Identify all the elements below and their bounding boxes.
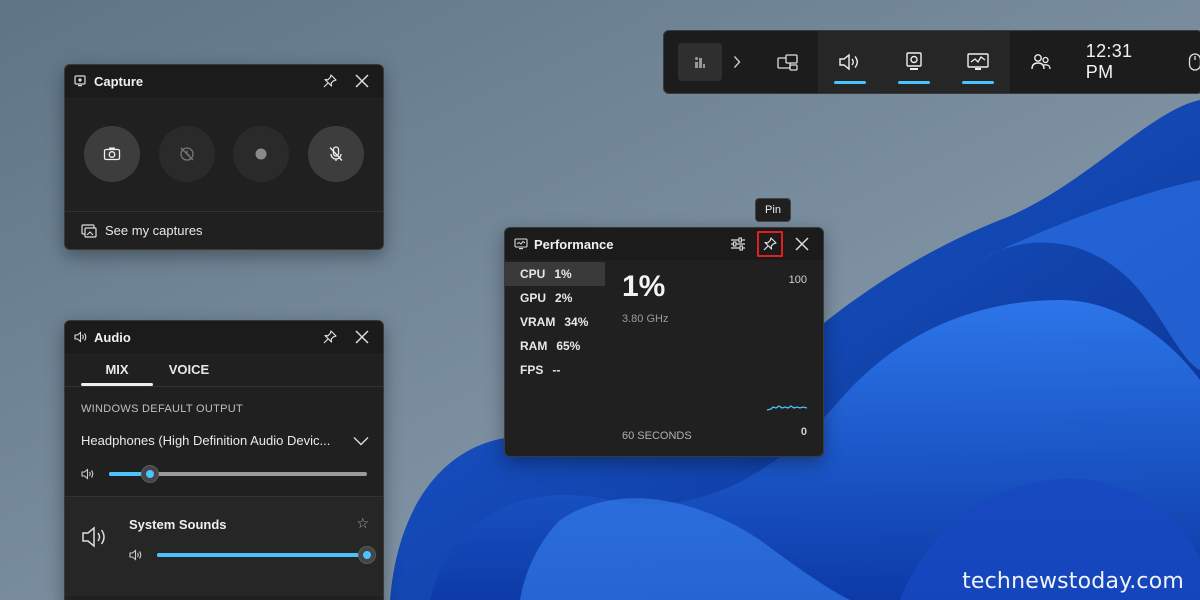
speaker-icon	[74, 330, 88, 344]
record-dot-icon	[255, 148, 267, 160]
tab-voice[interactable]: VOICE	[153, 353, 225, 386]
screenshot-button[interactable]	[84, 126, 141, 182]
audio-tabs: MIX VOICE	[65, 353, 383, 387]
record-last-button[interactable]	[158, 126, 215, 182]
people-icon	[1031, 54, 1051, 70]
social-widget-button[interactable]	[1010, 31, 1071, 93]
device-volume-row	[65, 448, 383, 483]
mic-off-icon	[329, 146, 343, 161]
volume-icon	[129, 549, 142, 561]
speaker-icon	[839, 53, 859, 71]
game-bar: 12:31 PM	[663, 30, 1200, 94]
pin-icon	[323, 330, 337, 344]
system-sounds-row: System Sounds ☆	[65, 496, 383, 596]
close-icon	[355, 330, 369, 344]
metric-ram[interactable]: RAM 65%	[505, 334, 605, 358]
volume-icon	[81, 468, 94, 480]
capture-title: Capture	[94, 73, 144, 89]
audio-title: Audio	[94, 329, 131, 345]
output-label: WINDOWS DEFAULT OUTPUT	[81, 403, 244, 415]
xbox-widgets-icon	[695, 57, 706, 68]
chevron-down-icon	[353, 436, 369, 445]
cpu-clock: 3.80 GHz	[622, 313, 669, 325]
close-icon	[355, 74, 369, 88]
device-volume-slider[interactable]	[109, 465, 367, 483]
slider-thumb[interactable]	[141, 465, 160, 483]
clock: 12:31 PM	[1085, 41, 1133, 82]
chevron-right-icon	[733, 56, 741, 68]
see-captures-link[interactable]: See my captures	[65, 211, 383, 249]
widget-toggle-group	[818, 31, 1011, 93]
start-recording-button[interactable]	[233, 126, 290, 182]
capture-widget: Capture See my captures	[64, 64, 384, 250]
close-button[interactable]	[789, 231, 815, 257]
pin-tooltip: Pin	[755, 198, 791, 222]
monitor-performance-icon	[967, 53, 990, 70]
mic-toggle-button[interactable]	[307, 126, 364, 182]
graph-max: 100	[788, 274, 807, 286]
output-device-name: Headphones (High Definition Audio Devic.…	[81, 433, 331, 448]
system-sounds-label: System Sounds	[129, 517, 227, 532]
widget-store-button[interactable]	[757, 31, 818, 93]
sliders-icon	[731, 237, 745, 251]
close-button[interactable]	[349, 324, 375, 350]
metric-vram[interactable]: VRAM 34%	[505, 310, 605, 334]
close-icon	[795, 237, 809, 251]
gallery-icon	[81, 223, 97, 238]
webcam-icon	[74, 74, 88, 88]
metric-gpu[interactable]: GPU 2%	[505, 286, 605, 310]
record-last-disabled-icon	[180, 147, 194, 161]
webcam-icon	[906, 52, 923, 70]
close-button[interactable]	[349, 68, 375, 94]
metric-fps[interactable]: FPS --	[505, 358, 605, 382]
performance-widget-button[interactable]	[946, 31, 1010, 93]
pin-button[interactable]	[757, 231, 783, 257]
audio-widget: Audio MIX VOICE WINDOWS DEFAULT OUTPUT H…	[64, 320, 384, 600]
tab-mix[interactable]: MIX	[81, 353, 153, 386]
performance-widget: Performance CPU 1% GPU 2% VRAM 34% RAM 65% F…	[504, 227, 824, 457]
performance-header[interactable]: Performance	[505, 228, 823, 260]
graph-min: 0	[800, 426, 807, 438]
system-sounds-volume-row	[129, 546, 376, 564]
system-sounds-speaker-icon	[81, 525, 109, 554]
system-sounds-volume-slider[interactable]	[157, 546, 376, 564]
watermark: technewstoday.com	[962, 569, 1184, 594]
pin-button[interactable]	[317, 68, 343, 94]
widget-menu-button[interactable]	[678, 43, 723, 81]
big-value: 1%	[622, 270, 666, 303]
capture-header[interactable]: Capture	[65, 65, 383, 97]
capture-widget-button[interactable]	[882, 31, 946, 93]
pin-icon	[323, 74, 337, 88]
pin-button[interactable]	[317, 324, 343, 350]
audio-header[interactable]: Audio	[65, 321, 383, 353]
metric-detail: 1% 3.80 GHz 100 60 SECONDS 0	[605, 260, 823, 456]
audio-widget-button[interactable]	[818, 31, 882, 93]
slider-thumb[interactable]	[358, 546, 376, 564]
options-button[interactable]	[725, 231, 751, 257]
pin-icon	[763, 237, 777, 251]
cpu-usage-graph	[767, 405, 807, 411]
monitor-icon	[514, 237, 528, 251]
metric-cpu[interactable]: CPU 1%	[505, 262, 605, 286]
metric-list: CPU 1% GPU 2% VRAM 34% RAM 65% FPS --	[505, 260, 605, 456]
mouse-icon	[1188, 53, 1200, 71]
star-icon[interactable]: ☆	[356, 515, 369, 532]
see-captures-label: See my captures	[105, 223, 203, 238]
expand-button[interactable]	[724, 55, 749, 69]
widget-store-icon	[777, 54, 798, 71]
graph-window: 60 SECONDS	[622, 430, 692, 442]
capture-buttons	[65, 97, 383, 211]
performance-title: Performance	[534, 236, 614, 252]
camera-icon	[104, 147, 121, 161]
output-device-dropdown[interactable]: Headphones (High Definition Audio Devic.…	[65, 415, 383, 448]
